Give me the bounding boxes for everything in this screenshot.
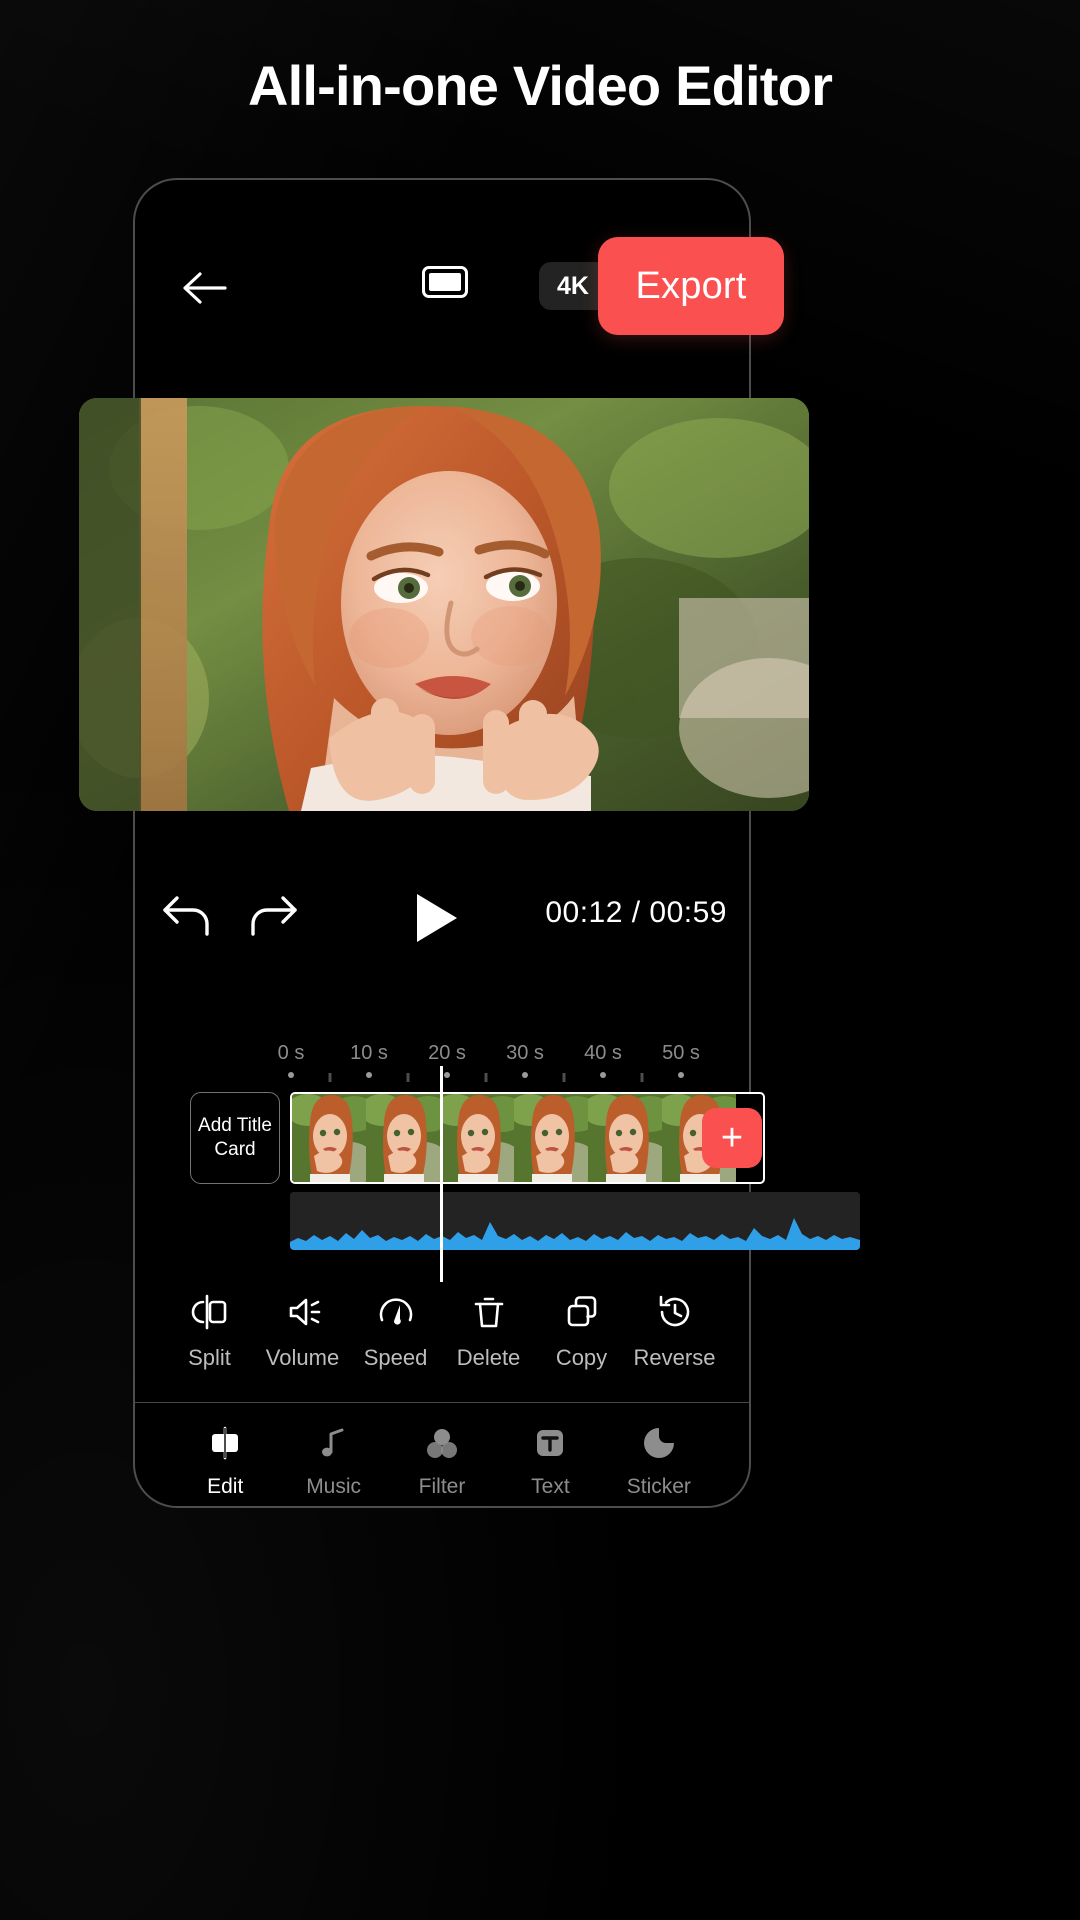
ruler-minor-tick: [484, 1073, 488, 1082]
tool-volume[interactable]: Volume: [256, 1282, 349, 1400]
nav-item-filter[interactable]: Filter: [388, 1403, 496, 1510]
ruler-major-tick: [366, 1072, 372, 1078]
nav-label: Filter: [418, 1475, 466, 1498]
video-preview[interactable]: [79, 398, 809, 811]
tool-copy[interactable]: Copy: [535, 1282, 628, 1400]
music-note-icon: [314, 1423, 354, 1463]
tool-label: Copy: [555, 1345, 608, 1370]
ruler-label: 10 s: [350, 1042, 388, 1064]
clip-thumbnail[interactable]: [292, 1094, 366, 1182]
ruler-label: 40 s: [584, 1042, 622, 1064]
tool-label: Reverse: [633, 1345, 716, 1370]
tool-label: Speed: [363, 1345, 428, 1370]
ruler-minor-tick: [640, 1073, 644, 1082]
nav-label: Sticker: [626, 1475, 691, 1498]
back-arrow-icon[interactable]: [179, 262, 231, 314]
clip-thumbnail[interactable]: [588, 1094, 662, 1182]
playhead[interactable]: [440, 1066, 443, 1282]
ruler-minor-tick: [328, 1073, 332, 1082]
ruler-minor-tick: [562, 1073, 566, 1082]
play-icon[interactable]: [413, 892, 459, 944]
trash-icon: [467, 1290, 511, 1334]
export-label: Export: [635, 264, 747, 307]
quality-label: 4K: [557, 271, 589, 300]
ruler-minor-tick: [406, 1073, 410, 1082]
undo-icon[interactable]: [159, 888, 221, 944]
ruler-major-tick: [444, 1072, 450, 1078]
ruler-label: 50 s: [662, 1042, 700, 1064]
add-title-card-label: Add Title Card: [198, 1115, 272, 1160]
audio-waveform[interactable]: [290, 1192, 860, 1250]
ruler-major-tick: [288, 1072, 294, 1078]
copy-icon: [560, 1290, 604, 1334]
sticker-icon: [639, 1423, 679, 1463]
tool-reverse[interactable]: Reverse: [628, 1282, 721, 1400]
edit-clip-icon: [205, 1423, 245, 1463]
preview-image: [79, 398, 809, 811]
tool-delete[interactable]: Delete: [442, 1282, 535, 1400]
tool-split[interactable]: Split: [163, 1282, 256, 1400]
clip-thumbnail[interactable]: [366, 1094, 440, 1182]
ruler-label: 30 s: [506, 1042, 544, 1064]
plus-icon: +: [720, 1117, 744, 1159]
volume-icon: [281, 1290, 325, 1334]
top-toolbar: 4K Export: [135, 237, 784, 336]
reverse-clock-icon: [653, 1290, 697, 1334]
nav-label: Text: [531, 1475, 570, 1498]
phone-screen: 4K Export 00:12 / 00:59 0 s 10 s 20 s 30…: [79, 180, 860, 1506]
clip-strip[interactable]: [290, 1092, 765, 1184]
phone-frame: 4K Export 00:12 / 00:59 0 s 10 s 20 s 30…: [79, 178, 860, 1508]
ruler-major-tick: [678, 1072, 684, 1078]
ruler-major-tick: [600, 1072, 606, 1078]
nav-label: Edit: [207, 1475, 244, 1498]
filter-circles-icon: [422, 1423, 462, 1463]
timecode: 00:12 / 00:59: [545, 896, 727, 929]
clip-thumbnail[interactable]: [440, 1094, 514, 1182]
nav-label: Music: [306, 1475, 362, 1498]
nav-item-text[interactable]: Text: [496, 1403, 604, 1510]
tool-label: Split: [188, 1345, 231, 1370]
split-icon: [188, 1290, 232, 1334]
nav-item-sticker[interactable]: Sticker: [605, 1403, 713, 1510]
ruler-label: 0 s: [277, 1042, 305, 1064]
text-t-icon: [530, 1423, 570, 1463]
clip-thumbnail[interactable]: [514, 1094, 588, 1182]
page-title: All-in-one Video Editor: [247, 54, 833, 117]
tool-row: Split Volume Speed Delete Copy Reverse: [135, 1282, 749, 1400]
nav-item-music[interactable]: Music: [279, 1403, 387, 1510]
ruler-major-tick: [522, 1072, 528, 1078]
waveform-graphic: [290, 1192, 860, 1250]
tool-label: Delete: [456, 1345, 521, 1370]
add-clip-button[interactable]: +: [702, 1108, 762, 1168]
add-title-card-button[interactable]: Add Title Card: [190, 1092, 280, 1184]
tool-speed[interactable]: Speed: [349, 1282, 442, 1400]
speed-gauge-icon: [374, 1290, 418, 1334]
export-button[interactable]: Export: [598, 237, 784, 335]
nav-item-edit[interactable]: Edit: [171, 1403, 279, 1510]
ruler-label: 20 s: [428, 1042, 466, 1064]
aspect-ratio-icon[interactable]: [422, 266, 468, 298]
bottom-navbar: Edit Music Filter Text Sticker: [135, 1402, 749, 1510]
playback-controls: 00:12 / 00:59: [135, 880, 749, 960]
redo-icon[interactable]: [239, 888, 301, 944]
tool-label: Volume: [265, 1345, 340, 1370]
